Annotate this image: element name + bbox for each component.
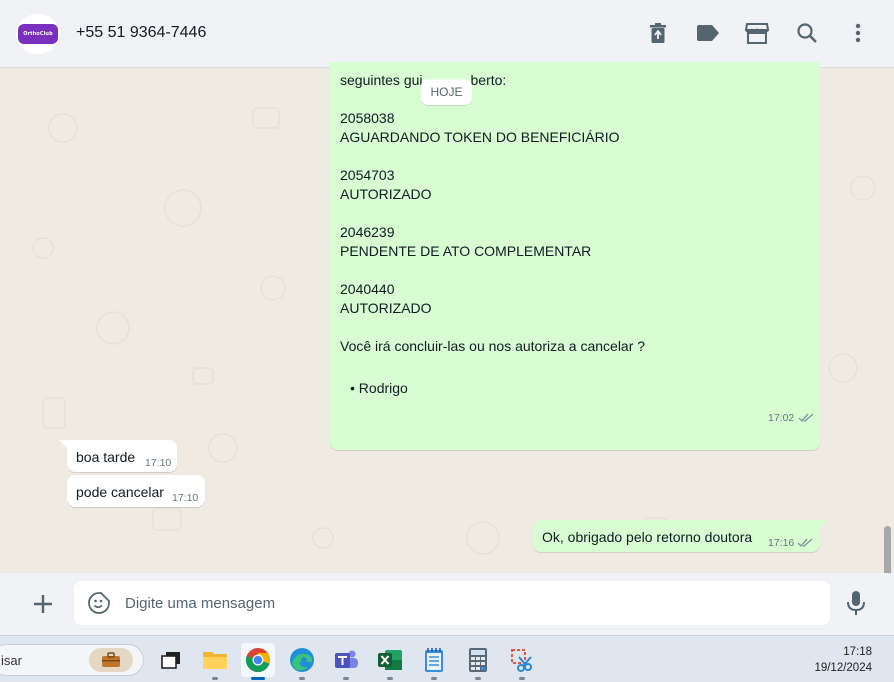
message-text: pode cancelar	[76, 484, 164, 500]
taskbar-teams-icon[interactable]	[329, 643, 363, 680]
message-line: 2040440	[340, 281, 395, 297]
message-line: • Rodrigo	[350, 380, 408, 396]
microphone-icon[interactable]	[846, 590, 866, 616]
message-input-placeholder: Digite uma mensagem	[125, 595, 276, 612]
chat-header: OrthoClub +55 51 9364-7446	[0, 0, 894, 68]
message-bubble-outgoing[interactable]: Ok, obrigado pelo retorno doutora 17:16	[533, 520, 820, 552]
taskbar-search-text: isar	[1, 653, 22, 668]
taskbar-snipping-tool-icon[interactable]	[505, 643, 539, 680]
contact-avatar[interactable]: OrthoClub	[16, 14, 60, 54]
message-line: PENDENTE DE ATO COMPLEMENTAR	[340, 243, 592, 259]
sticker-emoji-icon[interactable]	[88, 592, 110, 614]
message-time: 17:16	[768, 537, 795, 549]
taskbar-notepad-icon[interactable]	[417, 643, 451, 680]
search-icon[interactable]	[794, 20, 820, 46]
orthoclub-logo: OrthoClub	[18, 24, 58, 44]
menu-icon[interactable]	[845, 20, 871, 46]
message-line: 2054703	[340, 167, 395, 183]
logo-text: OrthoClub	[23, 31, 53, 37]
taskbar-chrome-icon[interactable]	[241, 643, 275, 680]
clock-date: 19/12/2024	[814, 662, 872, 674]
windows-taskbar: isar 17:18 19/12/2024	[0, 635, 894, 682]
message-time: 17:02	[768, 412, 795, 424]
taskbar-edge-icon[interactable]	[285, 643, 319, 680]
label-icon[interactable]	[695, 20, 721, 46]
taskbar-search[interactable]: isar	[0, 644, 144, 676]
plus-icon[interactable]	[30, 591, 56, 617]
message-text: boa tarde	[76, 449, 136, 465]
date-chip: HOJE	[421, 79, 472, 105]
clock-time: 17:18	[843, 646, 872, 658]
taskbar-task-view-icon[interactable]	[154, 643, 188, 677]
bubble-tail	[819, 520, 828, 529]
taskbar-excel-icon[interactable]	[373, 643, 407, 680]
message-composer: Digite uma mensagem	[0, 573, 894, 635]
chat-scrollbar[interactable]	[884, 526, 891, 573]
message-line: AUTORIZADO	[340, 186, 432, 202]
message-bubble-incoming[interactable]: boa tarde 17:10	[67, 440, 177, 472]
message-line: AGUARDANDO TOKEN DO BENEFICIÁRIO	[340, 129, 620, 145]
briefcase-icon	[89, 648, 133, 672]
read-ticks-icon	[798, 413, 814, 423]
trash-icon[interactable]	[645, 20, 671, 46]
message-time: 17:10	[172, 492, 199, 504]
store-icon[interactable]	[744, 20, 770, 46]
message-bubble-outgoing[interactable]: seguintes gui berto: 2058038 AGUARDANDO T…	[330, 62, 820, 450]
message-line: 2058038	[340, 110, 395, 126]
read-ticks-icon	[797, 538, 813, 548]
message-time: 17:10	[145, 457, 172, 469]
message-line: 2046239	[340, 224, 395, 240]
bubble-tail	[59, 440, 68, 449]
message-line: Você irá concluir-las ou nos autoriza a …	[340, 338, 646, 354]
taskbar-clock[interactable]: 17:18 19/12/2024	[814, 644, 872, 676]
message-bubble-incoming[interactable]: pode cancelar 17:10	[67, 475, 205, 507]
contact-name[interactable]: +55 51 9364-7446	[76, 24, 206, 42]
taskbar-file-explorer-icon[interactable]	[198, 643, 232, 680]
message-line: AUTORIZADO	[340, 300, 432, 316]
message-text: Ok, obrigado pelo retorno doutora	[542, 529, 753, 545]
taskbar-calculator-icon[interactable]	[461, 643, 495, 680]
message-input[interactable]: Digite uma mensagem	[74, 581, 830, 625]
